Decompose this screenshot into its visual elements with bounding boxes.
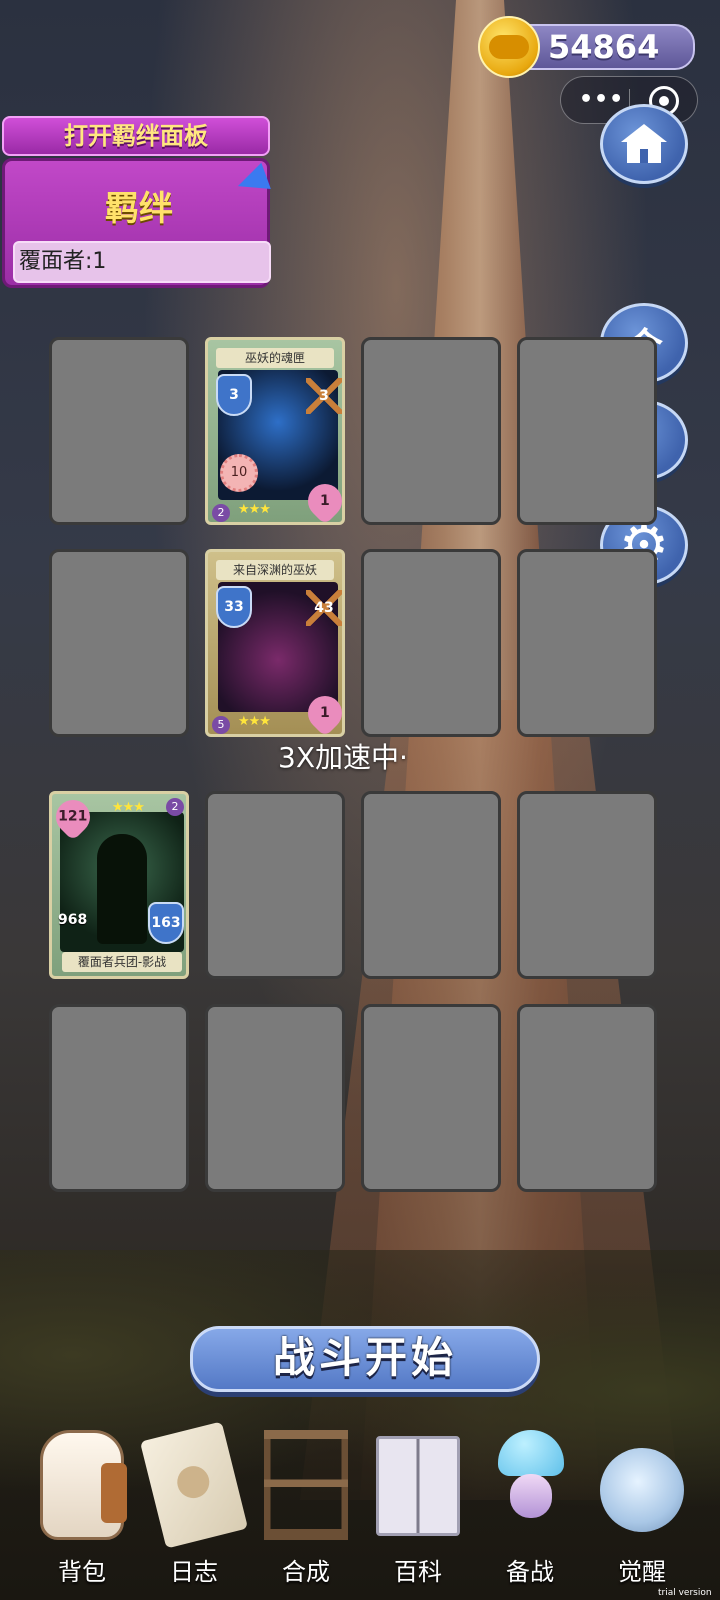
nav-label: 背包 bbox=[58, 1558, 106, 1586]
card-slot[interactable] bbox=[517, 549, 657, 737]
home-icon bbox=[621, 124, 667, 164]
orb-icon bbox=[600, 1448, 684, 1532]
card-lich-phylactery[interactable]: 巫妖的魂匣 3 3 10 ★★★ 2 1 bbox=[205, 337, 345, 525]
card-stars: ★★★ bbox=[238, 714, 271, 729]
card-slot[interactable] bbox=[517, 791, 657, 979]
speed-status: 3X加速中· bbox=[278, 741, 408, 774]
coin-icon bbox=[478, 16, 540, 78]
card-cost: 3 bbox=[216, 374, 252, 416]
backpack-icon bbox=[40, 1430, 127, 1540]
card-defense: 163 bbox=[148, 902, 184, 944]
card-attack: 968 bbox=[58, 912, 88, 928]
nav-label: 日志 bbox=[170, 1558, 218, 1586]
start-battle-button[interactable]: 战斗开始 bbox=[190, 1326, 540, 1392]
trial-watermark: trial version bbox=[658, 1588, 712, 1598]
card-figure bbox=[97, 834, 147, 944]
book-icon bbox=[376, 1436, 460, 1536]
card-stars: ★★★ bbox=[238, 502, 271, 517]
home-button[interactable] bbox=[600, 104, 688, 184]
card-slot[interactable] bbox=[361, 791, 501, 979]
card-stars: ★★★ bbox=[112, 800, 145, 815]
card-name: 来自深渊的巫妖 bbox=[216, 560, 334, 580]
nav-prepare[interactable]: 备战 bbox=[474, 1430, 586, 1590]
card-slot[interactable] bbox=[49, 549, 189, 737]
card-cost: 33 bbox=[216, 586, 252, 628]
card-slot[interactable] bbox=[361, 1004, 501, 1192]
mushroom-icon bbox=[488, 1430, 572, 1540]
card-attack: 3 bbox=[306, 378, 342, 414]
nav-backpack[interactable]: 背包 bbox=[26, 1430, 138, 1590]
card-name: 巫妖的魂匣 bbox=[216, 348, 334, 368]
card-abyss-lich[interactable]: 来自深渊的巫妖 33 43 ★★★ 5 1 bbox=[205, 549, 345, 737]
card-masked-legion-shadow[interactable]: 121 ★★★ 2 968 163 覆面者兵团-影战 bbox=[49, 791, 189, 979]
open-bond-panel-button[interactable]: 打开羁绊面板 bbox=[2, 116, 270, 156]
card-level: 5 bbox=[212, 716, 230, 734]
card-slot[interactable] bbox=[361, 549, 501, 737]
card-level: 2 bbox=[166, 798, 184, 816]
nav-forge[interactable]: 合成 bbox=[250, 1430, 362, 1590]
nav-awaken[interactable]: 觉醒 bbox=[586, 1430, 698, 1590]
card-slot[interactable] bbox=[49, 1004, 189, 1192]
coin-count: 54864 bbox=[548, 28, 660, 66]
nav-encyclopedia[interactable]: 百科 bbox=[362, 1430, 474, 1590]
card-attack: 43 bbox=[306, 590, 342, 626]
card-level: 2 bbox=[212, 504, 230, 522]
card-slot[interactable] bbox=[361, 337, 501, 525]
more-menu-button[interactable]: ••• bbox=[579, 87, 624, 112]
nav-label: 觉醒 bbox=[618, 1558, 666, 1586]
bond-panel: 羁绊 覆面者:1 bbox=[2, 158, 271, 288]
bond-entry[interactable]: 覆面者:1 bbox=[13, 241, 271, 283]
card-slot[interactable] bbox=[49, 337, 189, 525]
forge-icon bbox=[264, 1430, 348, 1540]
bond-panel-title: 羁绊 bbox=[105, 189, 173, 229]
card-slot[interactable] bbox=[205, 791, 345, 979]
card-slot[interactable] bbox=[517, 1004, 657, 1192]
card-name: 覆面者兵团-影战 bbox=[62, 952, 182, 972]
nav-label: 百科 bbox=[394, 1558, 442, 1586]
card-timer: 10 bbox=[220, 454, 258, 492]
card-slot[interactable] bbox=[205, 1004, 345, 1192]
nav-diary[interactable]: 日志 bbox=[138, 1421, 250, 1590]
diary-icon bbox=[139, 1421, 249, 1549]
card-slot[interactable] bbox=[517, 337, 657, 525]
nav-label: 备战 bbox=[506, 1558, 554, 1586]
nav-label: 合成 bbox=[282, 1558, 330, 1586]
